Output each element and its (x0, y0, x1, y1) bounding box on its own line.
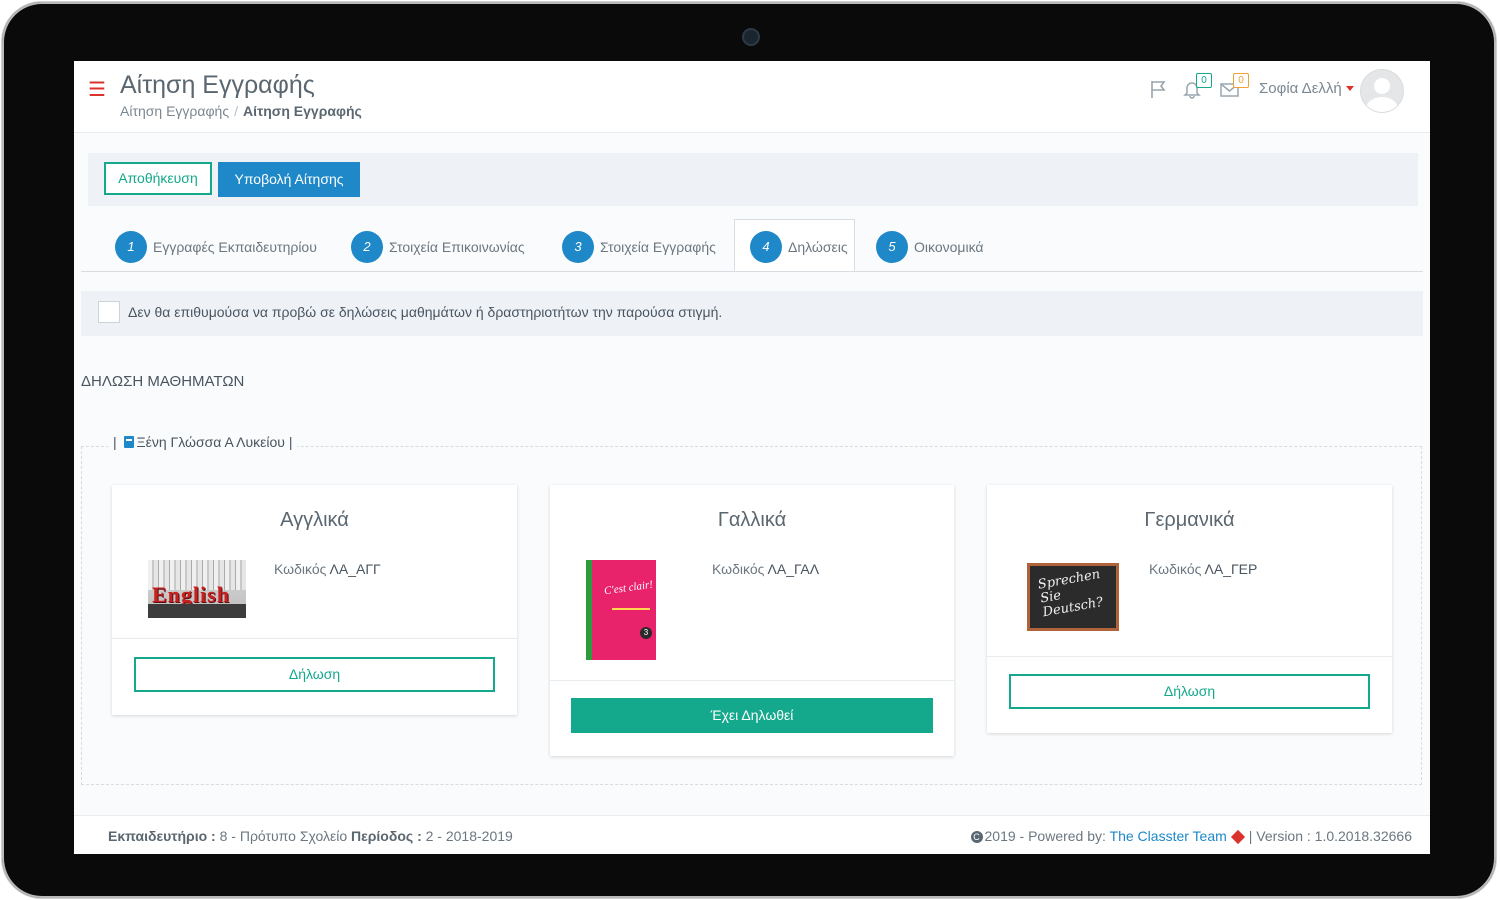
french-book-image: C'est clair! 3 (586, 560, 656, 660)
messages-badge: 0 (1233, 73, 1249, 88)
course-code: Κωδικός ΛΑ_ΓΑΛ (712, 561, 819, 577)
german-chalkboard-image: Sprechen Sie Deutsch? (1027, 563, 1119, 631)
code-value: ΛΑ_ΓΕΡ (1204, 561, 1258, 577)
step-number: 5 (876, 231, 908, 263)
course-card-english: Αγγλικά English Κωδικός ΛΑ_ΑΓΓ Δήλωση (112, 485, 517, 715)
opt-out-checkbox[interactable] (98, 301, 120, 323)
camera (742, 28, 760, 46)
school-label: Εκπαιδευτήριο : (108, 828, 216, 844)
step-label: Εγγραφές Εκπαιδευτηρίου (153, 239, 317, 255)
declare-button[interactable]: Δήλωση (134, 657, 495, 692)
course-name: Γαλλικά (717, 509, 787, 531)
team-link[interactable]: The Classter Team (1110, 828, 1227, 844)
code-value: ΛΑ_ΑΓΓ (329, 561, 381, 577)
tablet-frame: ☰ Αίτηση Εγγραφής Αίτηση Εγγραφής / Αίτηση… (2, 2, 1496, 898)
course-card-german: Γερμανικά Sprechen Sie Deutsch? Κωδικός … (987, 485, 1392, 733)
step-declarations[interactable]: 4 Δηλώσεις (750, 231, 848, 263)
notifications-badge: 0 (1196, 73, 1212, 88)
app-screen: ☰ Αίτηση Εγγραφής Αίτηση Εγγραφής / Αίτηση… (74, 61, 1430, 854)
image-number: 3 (640, 627, 652, 639)
image-text: Sprechen Sie Deutsch? (1036, 567, 1105, 621)
bell-icon[interactable]: 0 (1182, 73, 1212, 99)
chevron-down-icon[interactable] (1346, 86, 1354, 91)
code-label: Κωδικός (1149, 561, 1202, 577)
step-enrollments[interactable]: 1 Εγγραφές Εκπαιδευτηρίου (115, 231, 317, 263)
submit-application-button[interactable]: Υποβολή Αίτησης (218, 162, 360, 197)
image-text: C'est clair! (603, 578, 654, 598)
course-code: Κωδικός ΛΑ_ΓΕΡ (1149, 561, 1257, 577)
step-label: Δηλώσεις (788, 239, 848, 255)
action-toolbar: Αποθήκευση Υποβολή Αίτησης (88, 153, 1418, 206)
version-text: | Version : 1.0.2018.32666 (1248, 828, 1412, 844)
classter-logo-icon (1230, 830, 1245, 845)
declare-button[interactable]: Δήλωση (1009, 674, 1370, 709)
user-name[interactable]: Σοφία Δελλή (1259, 80, 1342, 97)
course-group-title: | Ξένη Γλώσσα Α Λυκείου | (108, 434, 298, 450)
menu-toggle-icon[interactable]: ☰ (88, 80, 106, 100)
step-label: Οικονομικά (914, 239, 984, 255)
footer: Εκπαιδευτήριο : 8 - Πρότυπο Σχολείο Περί… (74, 815, 1430, 854)
footer-school-info: Εκπαιδευτήριο : 8 - Πρότυπο Σχολείο Περί… (108, 828, 513, 844)
step-contact[interactable]: 2 Στοιχεία Επικοινωνίας (351, 231, 525, 263)
course-name: Γερμανικά (1144, 509, 1235, 531)
step-registration[interactable]: 3 Στοιχεία Εγγραφής (562, 231, 716, 263)
opt-out-row: Δεν θα επιθυμούσα να προβώ σε δηλώσεις μ… (81, 291, 1423, 336)
english-book-image: English (148, 560, 246, 618)
section-title: ΔΗΛΩΣΗ ΜΑΘΗΜΑΤΩΝ (81, 373, 245, 390)
footer-credits: C 2019 - Powered by: The Classter Team | V… (970, 828, 1412, 845)
pipe: | (288, 434, 293, 450)
breadcrumb-current: Αίτηση Εγγραφής (242, 103, 362, 119)
step-financial[interactable]: 5 Οικονομικά (876, 231, 984, 263)
card-divider (550, 680, 954, 681)
copyright-text: 2019 - Powered by: (984, 828, 1106, 844)
course-card-french: Γαλλικά C'est clair! 3 Κωδικός ΛΑ_ΓΑΛ Έχ… (550, 485, 954, 756)
step-label: Στοιχεία Εγγραφής (600, 239, 716, 255)
declared-button[interactable]: Έχει Δηλωθεί (571, 698, 933, 733)
course-name: Αγγλικά (280, 509, 349, 531)
breadcrumb-separator: / (234, 103, 238, 119)
step-number: 4 (750, 231, 782, 263)
step-number: 1 (115, 231, 147, 263)
wizard-steps: 1 Εγγραφές Εκπαιδευτηρίου 2 Στοιχεία Επι… (81, 219, 1423, 272)
step-number: 2 (351, 231, 383, 263)
code-value: ΛΑ_ΓΑΛ (767, 561, 820, 577)
book-icon (123, 436, 134, 448)
breadcrumb-link[interactable]: Αίτηση Εγγραφής (120, 103, 229, 119)
step-number: 3 (562, 231, 594, 263)
period-value: 2 - 2018-2019 (425, 828, 513, 844)
pipe: | (113, 434, 117, 450)
top-header: ☰ Αίτηση Εγγραφής Αίτηση Εγγραφής / Αίτηση… (74, 61, 1430, 133)
copyright-icon: C (970, 831, 983, 844)
step-label: Στοιχεία Επικοινωνίας (389, 239, 525, 255)
envelope-icon[interactable]: 0 (1219, 73, 1249, 99)
school-value: 8 - Πρότυπο Σχολείο (219, 828, 348, 844)
period-label: Περίοδος : (351, 828, 422, 844)
course-code: Κωδικός ΛΑ_ΑΓΓ (274, 561, 381, 577)
page-title: Αίτηση Εγγραφής (120, 71, 315, 99)
code-label: Κωδικός (712, 561, 765, 577)
card-divider (112, 638, 517, 639)
avatar[interactable] (1360, 69, 1404, 113)
group-title: Ξένη Γλώσσα Α Λυκείου (136, 434, 285, 450)
save-button[interactable]: Αποθήκευση (104, 162, 212, 195)
breadcrumb: Αίτηση Εγγραφής / Αίτηση Εγγραφής (120, 103, 362, 119)
code-label: Κωδικός (274, 561, 327, 577)
flag-icon[interactable] (1149, 79, 1171, 99)
card-divider (987, 656, 1392, 657)
opt-out-label: Δεν θα επιθυμούσα να προβώ σε δηλώσεις μ… (128, 304, 723, 320)
